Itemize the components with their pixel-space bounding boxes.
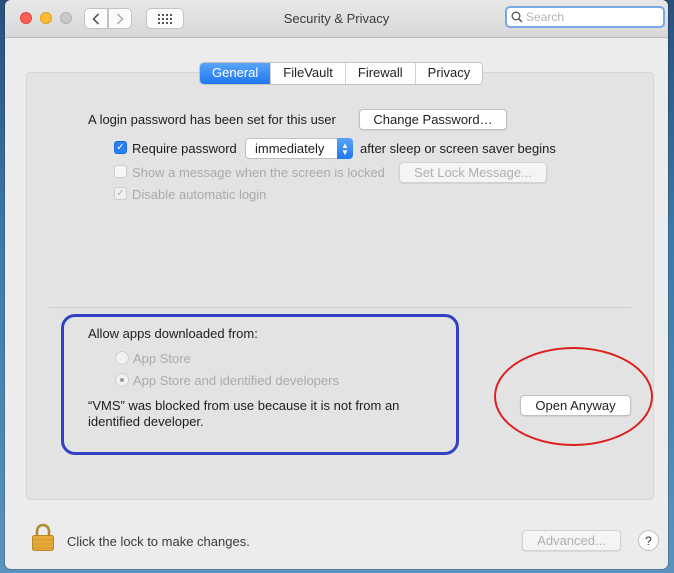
require-password-checkbox[interactable]: ✓ xyxy=(114,141,127,154)
allow-apps-highlight-box xyxy=(61,314,459,455)
popup-arrows-icon: ▲ ▼ xyxy=(337,138,353,159)
show-message-checkbox[interactable] xyxy=(114,165,127,178)
login-password-text: A login password has been set for this u… xyxy=(88,112,336,127)
tab-filevault[interactable]: FileVault xyxy=(270,63,345,84)
search-input[interactable] xyxy=(523,10,656,24)
tab-privacy[interactable]: Privacy xyxy=(414,63,483,84)
show-message-label: Show a message when the screen is locked xyxy=(132,165,385,180)
disable-auto-login-checkbox[interactable]: ✓ xyxy=(114,187,127,200)
title-bar: Security & Privacy xyxy=(5,0,668,38)
preferences-window: Security & Privacy General FileVault Fir… xyxy=(5,0,668,569)
section-divider xyxy=(49,307,631,308)
require-password-popup[interactable]: immediately ▲ ▼ xyxy=(245,138,353,159)
advanced-button[interactable]: Advanced... xyxy=(522,530,621,551)
change-password-button[interactable]: Change Password… xyxy=(359,109,507,130)
search-field[interactable] xyxy=(505,6,665,28)
tab-bar: General FileVault Firewall Privacy xyxy=(199,62,484,85)
require-password-value: immediately xyxy=(255,141,325,156)
after-sleep-text: after sleep or screen saver begins xyxy=(360,141,556,156)
open-anyway-highlight-oval xyxy=(494,347,653,446)
lock-icon[interactable] xyxy=(31,523,55,553)
help-button[interactable]: ? xyxy=(638,530,659,551)
tab-firewall[interactable]: Firewall xyxy=(344,63,415,84)
search-icon xyxy=(511,11,523,23)
disable-auto-login-label: Disable automatic login xyxy=(132,187,267,202)
tab-general[interactable]: General xyxy=(200,63,271,84)
lock-text: Click the lock to make changes. xyxy=(67,534,250,549)
set-lock-message-button[interactable]: Set Lock Message... xyxy=(399,162,547,183)
require-password-label: Require password xyxy=(132,141,237,156)
